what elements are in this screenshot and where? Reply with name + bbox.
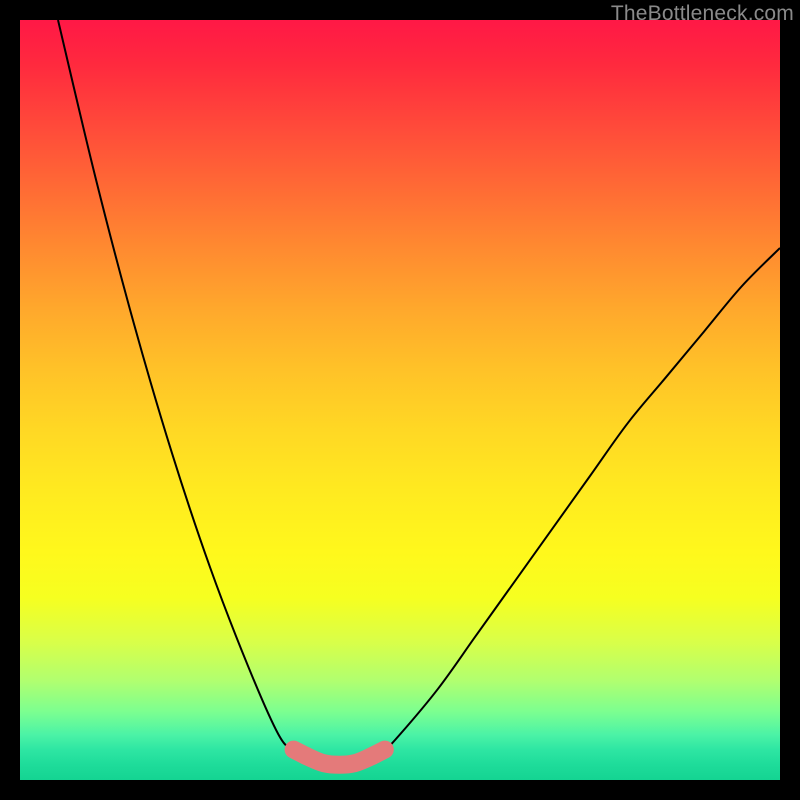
- series-highlight-band: [294, 750, 385, 765]
- chart-stage: TheBottleneck.com: [0, 0, 800, 800]
- chart-svg: [20, 20, 780, 780]
- series-right-curve: [370, 248, 780, 757]
- series-left-curve: [58, 20, 309, 757]
- plot-area: [20, 20, 780, 780]
